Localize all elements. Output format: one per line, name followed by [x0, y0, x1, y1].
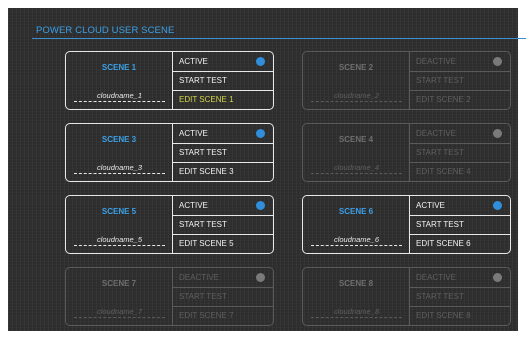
status-label: ACTIVE: [416, 201, 445, 210]
start-test-button[interactable]: START TEST: [173, 143, 273, 162]
scene-info: SCENE 4 cloudname_4: [303, 124, 410, 181]
edit-scene-button[interactable]: EDIT SCENE 6: [410, 234, 510, 253]
scene-actions: ACTIVE START TEST EDIT SCENE 5: [173, 196, 273, 253]
status-toggle[interactable]: ACTIVE: [173, 124, 273, 143]
scene-actions: DEACTIVE START TEST EDIT SCENE 7: [173, 268, 273, 325]
status-dot-icon: [256, 129, 265, 138]
start-test-button[interactable]: START TEST: [173, 71, 273, 90]
status-toggle[interactable]: ACTIVE: [173, 196, 273, 215]
cloud-name: cloudname_5: [74, 235, 165, 246]
scene-actions: DEACTIVE START TEST EDIT SCENE 4: [410, 124, 510, 181]
start-test-button[interactable]: START TEST: [410, 143, 510, 162]
cloud-name: cloudname_6: [311, 235, 402, 246]
cloud-name: cloudname_2: [311, 91, 402, 102]
status-label: ACTIVE: [179, 129, 208, 138]
scene-name: SCENE 1: [101, 63, 137, 72]
scene-card-2: SCENE 2 cloudname_2 DEACTIVE START TEST …: [302, 51, 511, 110]
status-label: DEACTIVE: [179, 273, 220, 282]
scene-info: SCENE 6 cloudname_6: [303, 196, 410, 253]
status-toggle[interactable]: ACTIVE: [173, 52, 273, 71]
scene-card-1: SCENE 1 cloudname_1 ACTIVE START TEST ED…: [65, 51, 274, 110]
scene-actions: DEACTIVE START TEST EDIT SCENE 2: [410, 52, 510, 109]
status-toggle[interactable]: DEACTIVE: [410, 268, 510, 287]
status-toggle[interactable]: ACTIVE: [410, 196, 510, 215]
cloud-name: cloudname_3: [74, 163, 165, 174]
status-dot-icon: [493, 273, 502, 282]
cloud-name: cloudname_8: [311, 307, 402, 318]
scene-info: SCENE 7 cloudname_7: [66, 268, 173, 325]
scene-name: SCENE 3: [101, 135, 137, 144]
edit-scene-button[interactable]: EDIT SCENE 3: [173, 162, 273, 181]
status-dot-icon: [256, 201, 265, 210]
scene-info: SCENE 5 cloudname_5: [66, 196, 173, 253]
start-test-button[interactable]: START TEST: [410, 71, 510, 90]
scene-name: SCENE 5: [101, 207, 137, 216]
scene-name: SCENE 8: [338, 279, 374, 288]
edit-scene-button[interactable]: EDIT SCENE 4: [410, 162, 510, 181]
scene-name: SCENE 6: [338, 207, 374, 216]
edit-scene-button[interactable]: EDIT SCENE 1: [173, 90, 273, 109]
scene-panel: POWER CLOUD USER SCENE SCENE 1 cloudname…: [8, 8, 526, 331]
status-label: ACTIVE: [179, 57, 208, 66]
scene-info: SCENE 3 cloudname_3: [66, 124, 173, 181]
status-toggle[interactable]: DEACTIVE: [173, 268, 273, 287]
scene-card-5: SCENE 5 cloudname_5 ACTIVE START TEST ED…: [65, 195, 274, 254]
cloud-name: cloudname_7: [74, 307, 165, 318]
scene-actions: ACTIVE START TEST EDIT SCENE 1: [173, 52, 273, 109]
edit-scene-button[interactable]: EDIT SCENE 5: [173, 234, 273, 253]
scene-actions: ACTIVE START TEST EDIT SCENE 3: [173, 124, 273, 181]
status-toggle[interactable]: DEACTIVE: [410, 124, 510, 143]
status-dot-icon: [256, 57, 265, 66]
scene-name: SCENE 2: [338, 63, 374, 72]
cloud-name: cloudname_1: [74, 91, 165, 102]
status-label: DEACTIVE: [416, 129, 457, 138]
scene-card-7: SCENE 7 cloudname_7 DEACTIVE START TEST …: [65, 267, 274, 326]
scene-actions: ACTIVE START TEST EDIT SCENE 6: [410, 196, 510, 253]
status-label: ACTIVE: [179, 201, 208, 210]
scene-name: SCENE 7: [101, 279, 137, 288]
status-label: DEACTIVE: [416, 273, 457, 282]
scene-name: SCENE 4: [338, 135, 374, 144]
scene-actions: DEACTIVE START TEST EDIT SCENE 8: [410, 268, 510, 325]
scene-card-8: SCENE 8 cloudname_8 DEACTIVE START TEST …: [302, 267, 511, 326]
status-label: DEACTIVE: [416, 57, 457, 66]
scene-info: SCENE 8 cloudname_8: [303, 268, 410, 325]
status-dot-icon: [493, 129, 502, 138]
status-dot-icon: [256, 273, 265, 282]
edit-scene-button[interactable]: EDIT SCENE 8: [410, 306, 510, 325]
status-toggle[interactable]: DEACTIVE: [410, 52, 510, 71]
edit-scene-button[interactable]: EDIT SCENE 7: [173, 306, 273, 325]
start-test-button[interactable]: START TEST: [410, 215, 510, 234]
start-test-button[interactable]: START TEST: [173, 287, 273, 306]
scene-card-3: SCENE 3 cloudname_3 ACTIVE START TEST ED…: [65, 123, 274, 182]
edit-scene-button[interactable]: EDIT SCENE 2: [410, 90, 510, 109]
scene-info: SCENE 1 cloudname_1: [66, 52, 173, 109]
start-test-button[interactable]: START TEST: [173, 215, 273, 234]
start-test-button[interactable]: START TEST: [410, 287, 510, 306]
header-divider: [32, 38, 526, 39]
status-dot-icon: [493, 57, 502, 66]
scene-card-6: SCENE 6 cloudname_6 ACTIVE START TEST ED…: [302, 195, 511, 254]
scene-info: SCENE 2 cloudname_2: [303, 52, 410, 109]
cloud-name: cloudname_4: [311, 163, 402, 174]
status-dot-icon: [493, 201, 502, 210]
panel-title: POWER CLOUD USER SCENE: [36, 25, 175, 36]
scene-card-4: SCENE 4 cloudname_4 DEACTIVE START TEST …: [302, 123, 511, 182]
